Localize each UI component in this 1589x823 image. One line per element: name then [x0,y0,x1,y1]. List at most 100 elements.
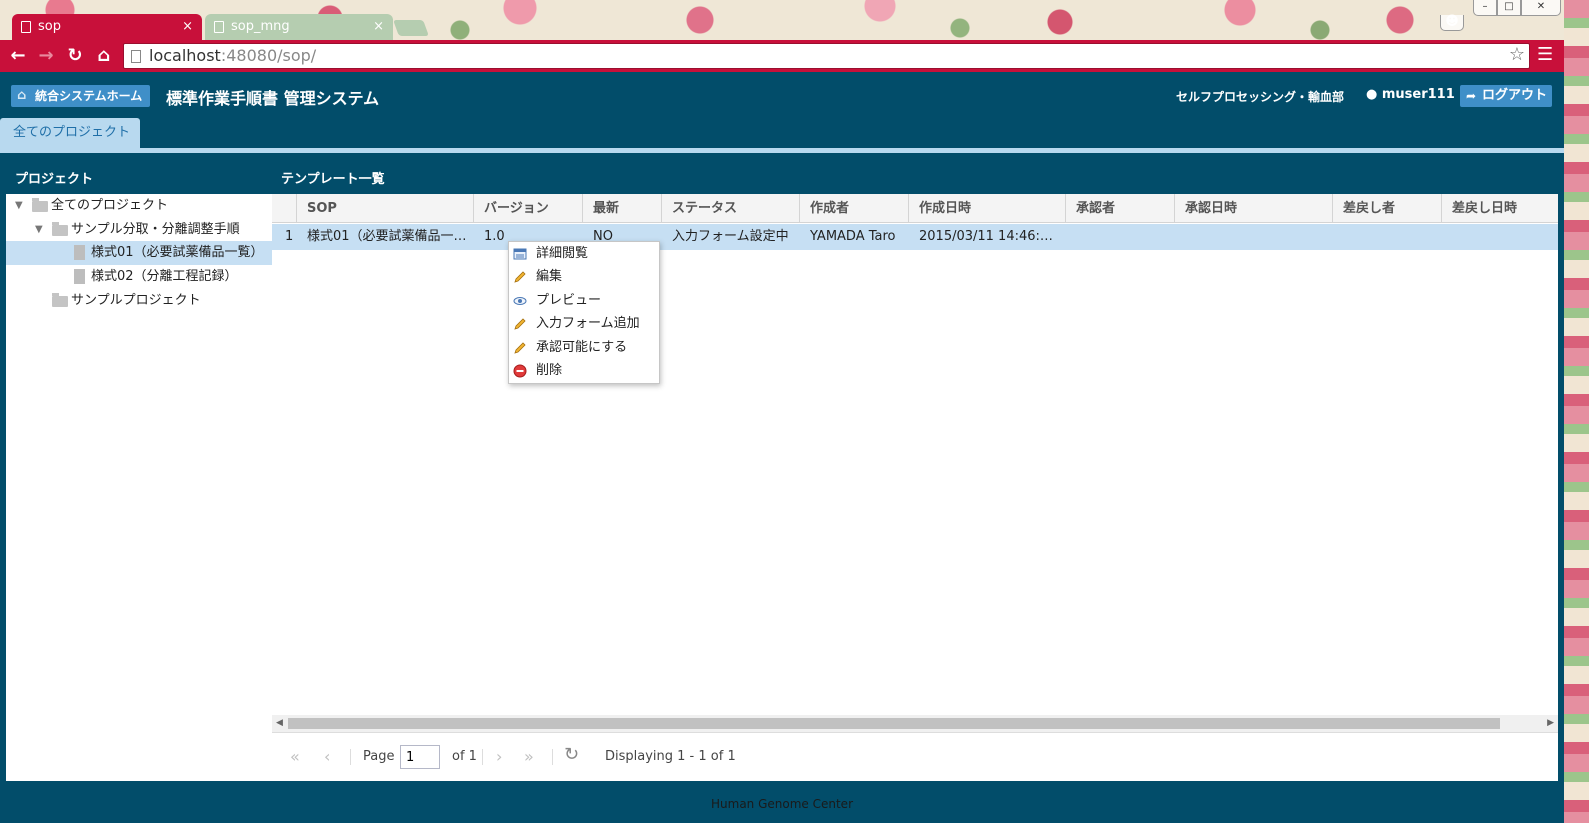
home-icon[interactable]: ⌂ [92,44,116,68]
cell-approver [1066,224,1175,250]
page-icon [21,21,31,33]
paging-toolbar: « ‹ Page of 1 › » ↻ Displaying 1 - 1 of … [272,732,1558,781]
page-count-label: of 1 [452,749,477,764]
folder-icon [32,198,48,212]
column-header-rownum [272,194,297,223]
tree-node-label: サンプルプロジェクト [71,293,201,308]
browser-tab-sop[interactable]: sop × [12,14,202,40]
scroll-left-icon[interactable]: ◀ [276,715,283,732]
maximize-icon[interactable]: □ [1497,0,1521,16]
refresh-icon[interactable]: ↻ [564,744,579,765]
expand-arrow-icon[interactable]: ▼ [15,194,23,218]
template-grid: SOP バージョン 最新 ステータス 作成者 作成日時 承認者 承認日時 差戻し… [272,194,1558,781]
tree-node-label: 様式02（分離工程記録） [91,269,238,284]
menu-item-add-input-form[interactable]: 入力フォーム追加 [509,312,659,335]
previous-page-icon[interactable]: ‹ [324,747,330,766]
cell-sop: 様式01（必要試薬備品一… [307,229,467,244]
close-tab-icon[interactable]: × [373,14,384,40]
browser-toolbar: ← → ↻ ⌂ localhost:48080/sop/ ☆ ☰ [0,40,1568,72]
tab-all-projects[interactable]: 全てのプロジェクト [0,118,140,148]
scroll-right-icon[interactable]: ▶ [1547,715,1554,732]
close-tab-icon[interactable]: × [182,14,193,40]
tab-underline [0,148,1564,153]
tree-node-sample-project[interactable]: サンプルプロジェクト [6,289,272,313]
page-icon [131,50,141,63]
eye-icon [513,297,527,305]
pencil-icon [514,271,526,283]
last-page-icon[interactable]: » [524,747,534,766]
delete-icon [513,364,527,378]
column-header-latest[interactable]: 最新 [583,194,662,223]
department-label: セルフプロセッシング・輸血部 [1176,90,1345,104]
tree-node-form02[interactable]: 様式02（分離工程記録） [6,265,272,289]
row-context-menu: 詳細閲覧 編集 プレビュー 入力フォーム追加 承認可能にする 削除 [508,241,660,384]
displaying-info: Displaying 1 - 1 of 1 [605,749,736,764]
user-profile-icon[interactable]: ☻ [1440,15,1464,31]
project-panel-title: プロジェクト [15,172,94,187]
bookmark-star-icon[interactable]: ☆ [1509,44,1525,65]
tree-node-sample-procedure[interactable]: ▼ サンプル分取・分離調整手順 [6,218,272,242]
cell-created: 2015/03/11 14:46:… [919,229,1053,244]
first-page-icon[interactable]: « [290,747,300,766]
logout-icon: ➦ [1466,89,1477,103]
template-panel-title: テンプレート一覧 [281,172,385,187]
column-header-author[interactable]: 作成者 [800,194,909,223]
logout-label: ログアウト [1482,88,1548,103]
system-home-button[interactable]: ⌂ 統合システムホーム [11,85,151,107]
grid-header: SOP バージョン 最新 ステータス 作成者 作成日時 承認者 承認日時 差戻し… [272,194,1558,223]
column-header-returned[interactable]: 差戻し日時 [1442,194,1558,223]
browser-menu-icon[interactable]: ☰ [1537,46,1553,64]
menu-item-label: 入力フォーム追加 [536,316,640,331]
reload-icon[interactable]: ↻ [63,44,87,68]
browser-tab-sop-mng[interactable]: sop_mng × [205,14,393,40]
column-header-approver[interactable]: 承認者 [1066,194,1175,223]
app-header: ⌂ 統合システムホーム 標準作業手順書 管理システム セルフプロセッシング・輸血… [0,72,1564,120]
column-header-approved[interactable]: 承認日時 [1175,194,1333,223]
project-tree: ▼ 全てのプロジェクト ▼ サンプル分取・分離調整手順 様式01（必要試薬備品一… [6,194,272,781]
horizontal-scrollbar[interactable]: ◀ ▶ [272,715,1558,732]
logout-button[interactable]: ➦ ログアウト [1460,85,1552,107]
column-header-sop[interactable]: SOP [297,194,474,223]
browser-tab-label: sop_mng [231,19,290,34]
current-user: ● muser111 [1366,87,1455,102]
cell-author: YAMADA Taro [810,229,896,244]
browser-tabstrip: sop × sop_mng × ☻ – □ ✕ [0,0,1589,40]
document-icon [74,245,85,260]
new-tab-button[interactable] [393,20,429,36]
menu-item-preview[interactable]: プレビュー [509,289,659,312]
tree-node-form01[interactable]: 様式01（必要試薬備品一覧） [6,241,272,265]
expand-arrow-icon[interactable]: ▼ [35,218,43,242]
home-icon: ⌂ [17,88,27,103]
forward-arrow-icon[interactable]: → [34,44,58,68]
cell-status: 入力フォーム設定中 [672,229,789,244]
app-footer: Human Genome Center [0,781,1564,823]
address-bar[interactable]: localhost:48080/sop/ ☆ [123,43,1530,69]
column-header-created[interactable]: 作成日時 [909,194,1066,223]
menu-item-edit[interactable]: 編集 [509,265,659,288]
back-arrow-icon[interactable]: ← [6,44,30,68]
scrollbar-thumb[interactable] [288,718,1500,729]
menu-item-view-details[interactable]: 詳細閲覧 [509,242,659,265]
window-close-icon[interactable]: ✕ [1521,0,1561,16]
column-header-status[interactable]: ステータス [662,194,800,223]
menu-item-label: 削除 [536,363,563,378]
page-number-input[interactable] [400,745,440,769]
tree-node-label: 様式01（必要試薬備品一覧） [91,245,264,260]
table-row[interactable]: 1 様式01（必要試薬備品一… 1.0 NO 入力フォーム設定中 YAMADA … [272,224,1558,250]
tree-node-all-projects[interactable]: ▼ 全てのプロジェクト [6,194,272,218]
row-number: 1 [285,229,294,244]
tree-node-label: サンプル分取・分離調整手順 [71,222,240,237]
column-header-version[interactable]: バージョン [474,194,583,223]
menu-item-delete[interactable]: 削除 [509,359,659,382]
menu-item-label: 詳細閲覧 [536,246,589,261]
app-title: 標準作業手順書 管理システム [166,89,380,108]
next-page-icon[interactable]: › [496,747,502,766]
menu-item-label: 承認可能にする [536,340,628,355]
cell-approved [1175,224,1333,250]
page-label: Page [363,749,395,764]
cell-returned [1442,224,1558,250]
menu-item-make-approvable[interactable]: 承認可能にする [509,336,659,359]
column-header-returner[interactable]: 差戻し者 [1333,194,1442,223]
minimize-icon[interactable]: – [1473,0,1497,16]
folder-icon [52,222,68,236]
